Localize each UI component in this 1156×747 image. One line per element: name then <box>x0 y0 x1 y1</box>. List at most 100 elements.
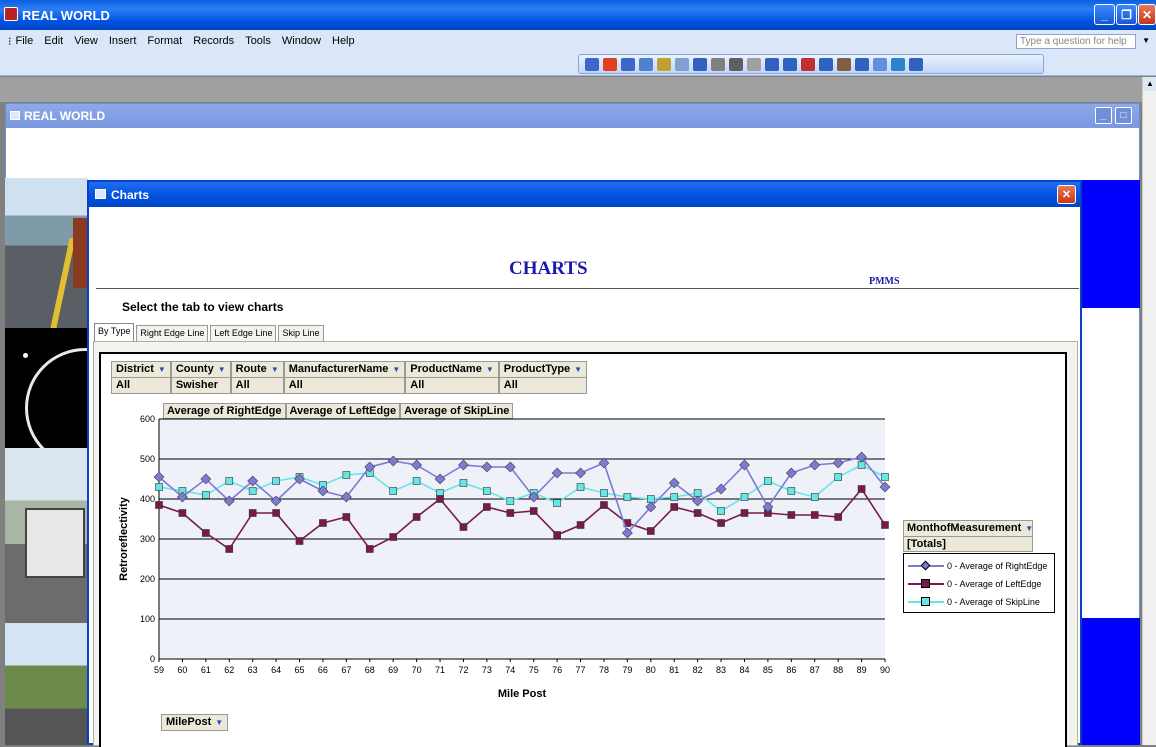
toolbar-button-8[interactable] <box>711 57 725 71</box>
scroll-up-icon[interactable]: ▲ <box>1143 77 1156 91</box>
toolbar-button-9[interactable] <box>729 57 743 71</box>
x-tick-label: 88 <box>833 665 843 675</box>
night-road-photo <box>5 328 145 468</box>
filter-manufacturername[interactable]: ManufacturerName ▼ All <box>283 361 406 394</box>
data-point <box>272 477 280 485</box>
filter-dropdown-icon[interactable]: ▼ <box>271 365 279 374</box>
x-tick-label: 90 <box>880 665 890 675</box>
menu-view[interactable]: View <box>74 35 98 47</box>
filter-dropdown-icon[interactable]: ▼ <box>392 365 400 374</box>
toolbar-button-5[interactable] <box>657 57 671 71</box>
x-tick-label: 66 <box>318 665 328 675</box>
help-question-box[interactable]: Type a question for help <box>1016 34 1136 49</box>
menu-help[interactable]: Help <box>332 35 355 47</box>
data-point <box>693 509 702 517</box>
legend-label: 0 - Average of LeftEdge <box>947 579 1042 589</box>
menu-bar: ⁝ File Edit View Insert Format Records Tools Win… <box>0 30 1156 52</box>
filter-productname[interactable]: ProductName ▼ All <box>405 361 499 394</box>
filter-dropdown-icon[interactable]: ▼ <box>574 365 582 374</box>
filter-dropdown-icon[interactable]: ▼ <box>486 365 494 374</box>
filter-district[interactable]: District ▼ All <box>111 361 171 394</box>
data-point <box>740 493 749 501</box>
data-point <box>717 507 725 515</box>
toolbar-button-14[interactable] <box>819 57 833 71</box>
toolbar-button-6[interactable] <box>675 57 689 71</box>
menu-insert[interactable]: Insert <box>109 35 137 47</box>
charts-titlebar: Charts ✕ <box>89 182 1080 207</box>
filter-value: All <box>406 378 498 393</box>
form-minimize-button[interactable]: _ <box>1095 107 1112 124</box>
series-field[interactable]: MonthofMeasurement ▼ [Totals] <box>903 520 1033 552</box>
filter-value: All <box>112 378 170 393</box>
series-field-dropdown-icon[interactable]: ▼ <box>1025 524 1033 533</box>
charts-title: Charts <box>111 187 150 202</box>
toolbar-button-10[interactable] <box>747 57 761 71</box>
minimize-button[interactable]: _ <box>1094 4 1115 25</box>
data-point <box>740 509 749 517</box>
filter-label: ProductName <box>410 363 482 375</box>
toolbar-button-1[interactable] <box>585 57 599 71</box>
x-tick-label: 69 <box>388 665 398 675</box>
form-maximize-button[interactable]: □ <box>1115 107 1132 124</box>
toolbar-button-11[interactable] <box>765 57 779 71</box>
legend-entry: 0 - Average of RightEdge <box>908 557 1050 575</box>
data-point <box>248 487 257 495</box>
toolbar-button-19[interactable] <box>909 57 923 71</box>
filter-label: ManufacturerName <box>288 363 389 375</box>
tab-by-type[interactable]: By Type <box>94 323 135 341</box>
category-field[interactable]: MilePost ▼ <box>161 714 229 731</box>
restore-button[interactable]: ❐ <box>1116 4 1137 25</box>
toolbar-button-18[interactable] <box>891 57 905 71</box>
legend-entry: 0 - Average of LeftEdge <box>908 575 1050 593</box>
close-button[interactable]: ✕ <box>1138 4 1156 25</box>
toolbar-button-13[interactable] <box>801 57 815 71</box>
filter-value: All <box>284 378 405 393</box>
toolbar-button-3[interactable] <box>621 57 635 71</box>
legend-swatch <box>908 596 944 608</box>
line-chart: 0 100 200 300 400 500 600 59 60 61 62 63 64 65 66 67 68 6… <box>118 414 891 700</box>
tab-skip-line[interactable]: Skip Line <box>278 325 324 341</box>
toolbar-button-4[interactable] <box>639 57 653 71</box>
filter-dropdown-icon[interactable]: ▼ <box>218 365 226 374</box>
charts-close-button[interactable]: ✕ <box>1057 185 1076 204</box>
data-point <box>647 495 655 503</box>
toolbar-button-17[interactable] <box>873 57 887 71</box>
toolbar-button-7[interactable] <box>693 57 707 71</box>
x-tick-label: 59 <box>154 665 164 675</box>
app-titlebar: REAL WORLD _ ❐ ✕ <box>0 0 1156 30</box>
x-tick-label: 85 <box>763 665 773 675</box>
toolbar-button-15[interactable] <box>837 57 851 71</box>
toolbar-button-16[interactable] <box>855 57 869 71</box>
filter-route[interactable]: Route ▼ All <box>230 361 284 394</box>
filter-value: Swisher <box>171 378 230 393</box>
filter-dropdown-icon[interactable]: ▼ <box>158 365 166 374</box>
data-point <box>623 493 632 501</box>
category-field-dropdown-icon[interactable]: ▼ <box>215 718 223 727</box>
filter-producttype[interactable]: ProductType ▼ All <box>498 361 588 394</box>
data-point <box>155 483 163 491</box>
menu-edit[interactable]: Edit <box>44 35 63 47</box>
data-point <box>764 477 772 485</box>
data-point <box>319 519 327 527</box>
vertical-scrollbar[interactable]: ▲ <box>1142 77 1156 745</box>
menu-file[interactable]: File <box>16 35 34 47</box>
data-point <box>857 485 866 493</box>
x-tick-label: 67 <box>341 665 351 675</box>
tab-left-edge-line[interactable]: Left Edge Line <box>210 325 277 341</box>
data-point <box>248 509 257 517</box>
data-point <box>787 511 796 519</box>
data-point <box>553 499 561 507</box>
menu-window[interactable]: Window <box>282 35 321 47</box>
tab-right-edge-line[interactable]: Right Edge Line <box>136 325 209 341</box>
filter-county[interactable]: County ▼ Swisher <box>170 361 231 394</box>
help-dropdown-icon[interactable]: ▼ <box>1142 36 1150 45</box>
menu-records[interactable]: Records <box>193 35 234 47</box>
filter-label: Route <box>235 363 267 375</box>
x-tick-label: 77 <box>576 665 586 675</box>
x-tick-label: 65 <box>295 665 305 675</box>
toolbar-button-2[interactable] <box>603 57 617 71</box>
series-field-label: MonthofMeasurement <box>907 522 1022 534</box>
menu-tools[interactable]: Tools <box>245 35 271 47</box>
menu-format[interactable]: Format <box>147 35 182 47</box>
toolbar-button-12[interactable] <box>783 57 797 71</box>
